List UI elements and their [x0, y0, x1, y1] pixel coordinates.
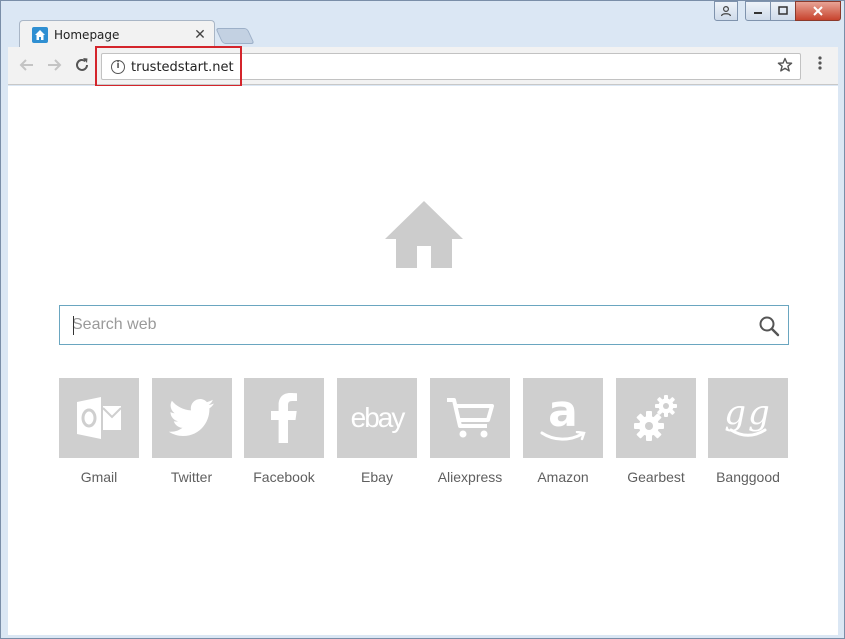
shopping-cart-icon: [447, 398, 494, 438]
browser-window: Homepage ✕ i trustedstart.net Search web…: [0, 0, 845, 639]
bookmark-star-icon[interactable]: [777, 57, 793, 78]
shortcut-label[interactable]: Gmail: [59, 469, 139, 485]
close-window-button[interactable]: [795, 1, 841, 21]
tile-box[interactable]: [616, 378, 696, 458]
ebay-wordmark-icon: ebay: [350, 402, 406, 433]
tile-box[interactable]: [59, 378, 139, 458]
shortcut-label[interactable]: Facebook: [244, 469, 324, 485]
tile-box[interactable]: [151, 378, 232, 458]
amazon-a-icon: a: [548, 386, 578, 437]
tile-box[interactable]: a: [523, 378, 603, 458]
back-arrow-icon[interactable]: [17, 56, 37, 76]
minimize-button[interactable]: [745, 1, 771, 21]
shortcut-label[interactable]: Aliexpress: [430, 469, 510, 485]
shortcut-gearbest[interactable]: Gearbest: [616, 378, 696, 485]
tile-box[interactable]: gg: [708, 378, 788, 458]
twitter-bird-icon: [168, 399, 214, 436]
page-content: Gmail Twitter Facebook: [8, 86, 838, 635]
search-box[interactable]: [59, 305, 789, 345]
shortcut-label[interactable]: Banggood: [708, 469, 788, 485]
kebab-menu-icon[interactable]: [814, 56, 826, 76]
tile-box[interactable]: ebay: [337, 378, 417, 458]
shortcut-label[interactable]: Ebay: [337, 469, 417, 485]
tab-title: Homepage: [54, 28, 120, 42]
shortcut-ebay[interactable]: ebay Ebay: [337, 378, 417, 485]
tile-box[interactable]: [244, 378, 324, 458]
tab-strip: Homepage ✕: [1, 1, 844, 48]
url-highlight-box: [95, 46, 242, 87]
shortcut-gmail[interactable]: Gmail: [59, 378, 139, 485]
shortcut-label[interactable]: Gearbest: [616, 469, 696, 485]
tab-homepage[interactable]: Homepage ✕: [19, 20, 215, 48]
shortcut-amazon[interactable]: a Amazon: [523, 378, 603, 485]
home-favicon-icon: [32, 27, 48, 43]
shortcut-banggood[interactable]: gg Banggood: [708, 378, 788, 485]
shortcut-twitter[interactable]: Twitter: [151, 378, 232, 485]
shortcut-label[interactable]: Twitter: [152, 469, 232, 485]
banggood-smile-icon: [729, 428, 767, 437]
reload-icon[interactable]: [72, 56, 92, 76]
home-logo-icon: [385, 201, 463, 268]
outlook-icon: [77, 397, 122, 439]
window-controls: [714, 1, 841, 21]
maximize-button[interactable]: [770, 1, 796, 21]
shortcut-label[interactable]: Amazon: [523, 469, 603, 485]
gears-icon: [634, 395, 677, 441]
forward-arrow-icon[interactable]: [44, 56, 64, 76]
search-icon[interactable]: [758, 315, 780, 337]
banggood-gg-icon: gg: [724, 393, 772, 433]
profile-icon[interactable]: [714, 1, 738, 21]
search-input[interactable]: [72, 306, 752, 344]
shortcut-facebook[interactable]: Facebook: [244, 378, 324, 485]
shortcut-aliexpress[interactable]: Aliexpress: [430, 378, 510, 485]
tile-box[interactable]: [430, 378, 510, 458]
shortcut-tiles: Gmail Twitter Facebook ebay Ebay Aliexpr…: [59, 378, 799, 488]
amazon-smile-icon: [540, 431, 586, 441]
tab-close-icon[interactable]: ✕: [192, 26, 208, 42]
facebook-f-icon: [271, 393, 297, 443]
new-tab-button[interactable]: [215, 28, 255, 44]
text-caret: [73, 316, 74, 335]
